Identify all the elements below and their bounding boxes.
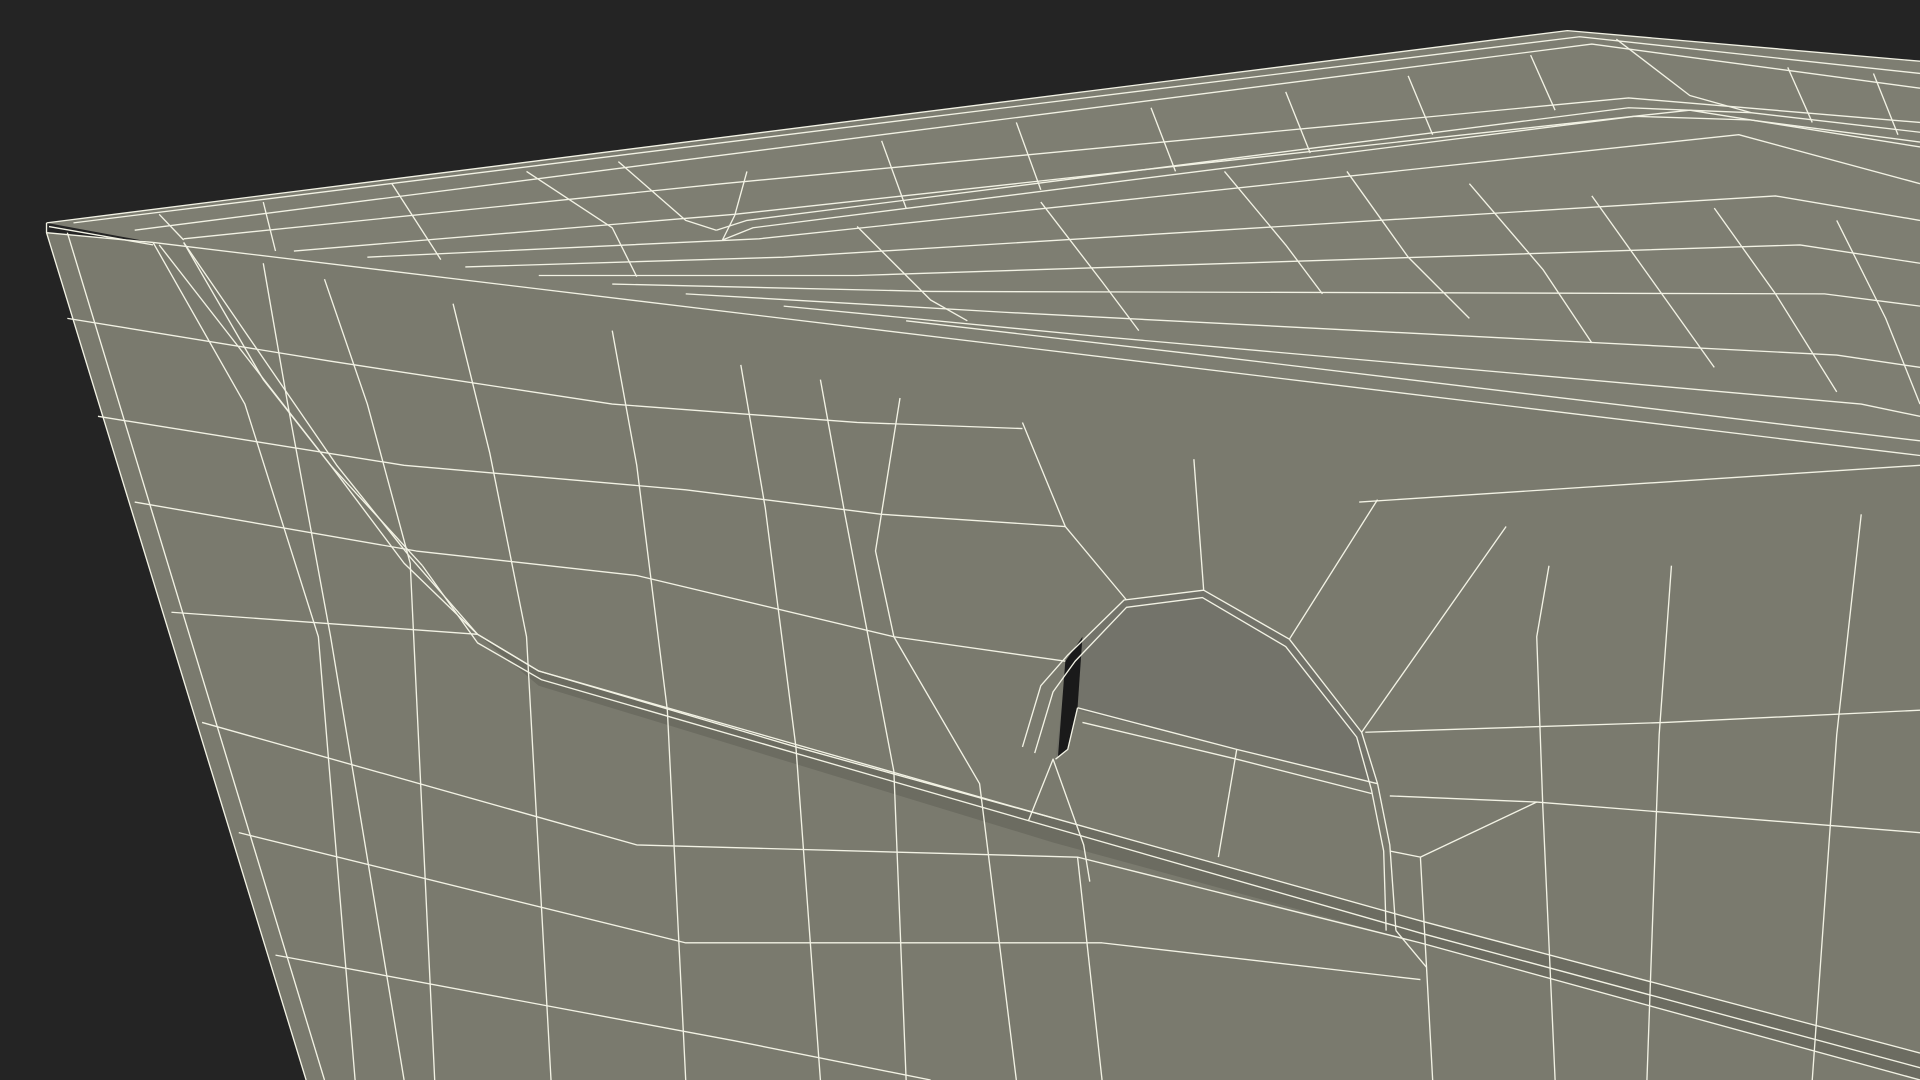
render-viewport [0,0,1920,1080]
wireframe-render [0,0,1920,1080]
